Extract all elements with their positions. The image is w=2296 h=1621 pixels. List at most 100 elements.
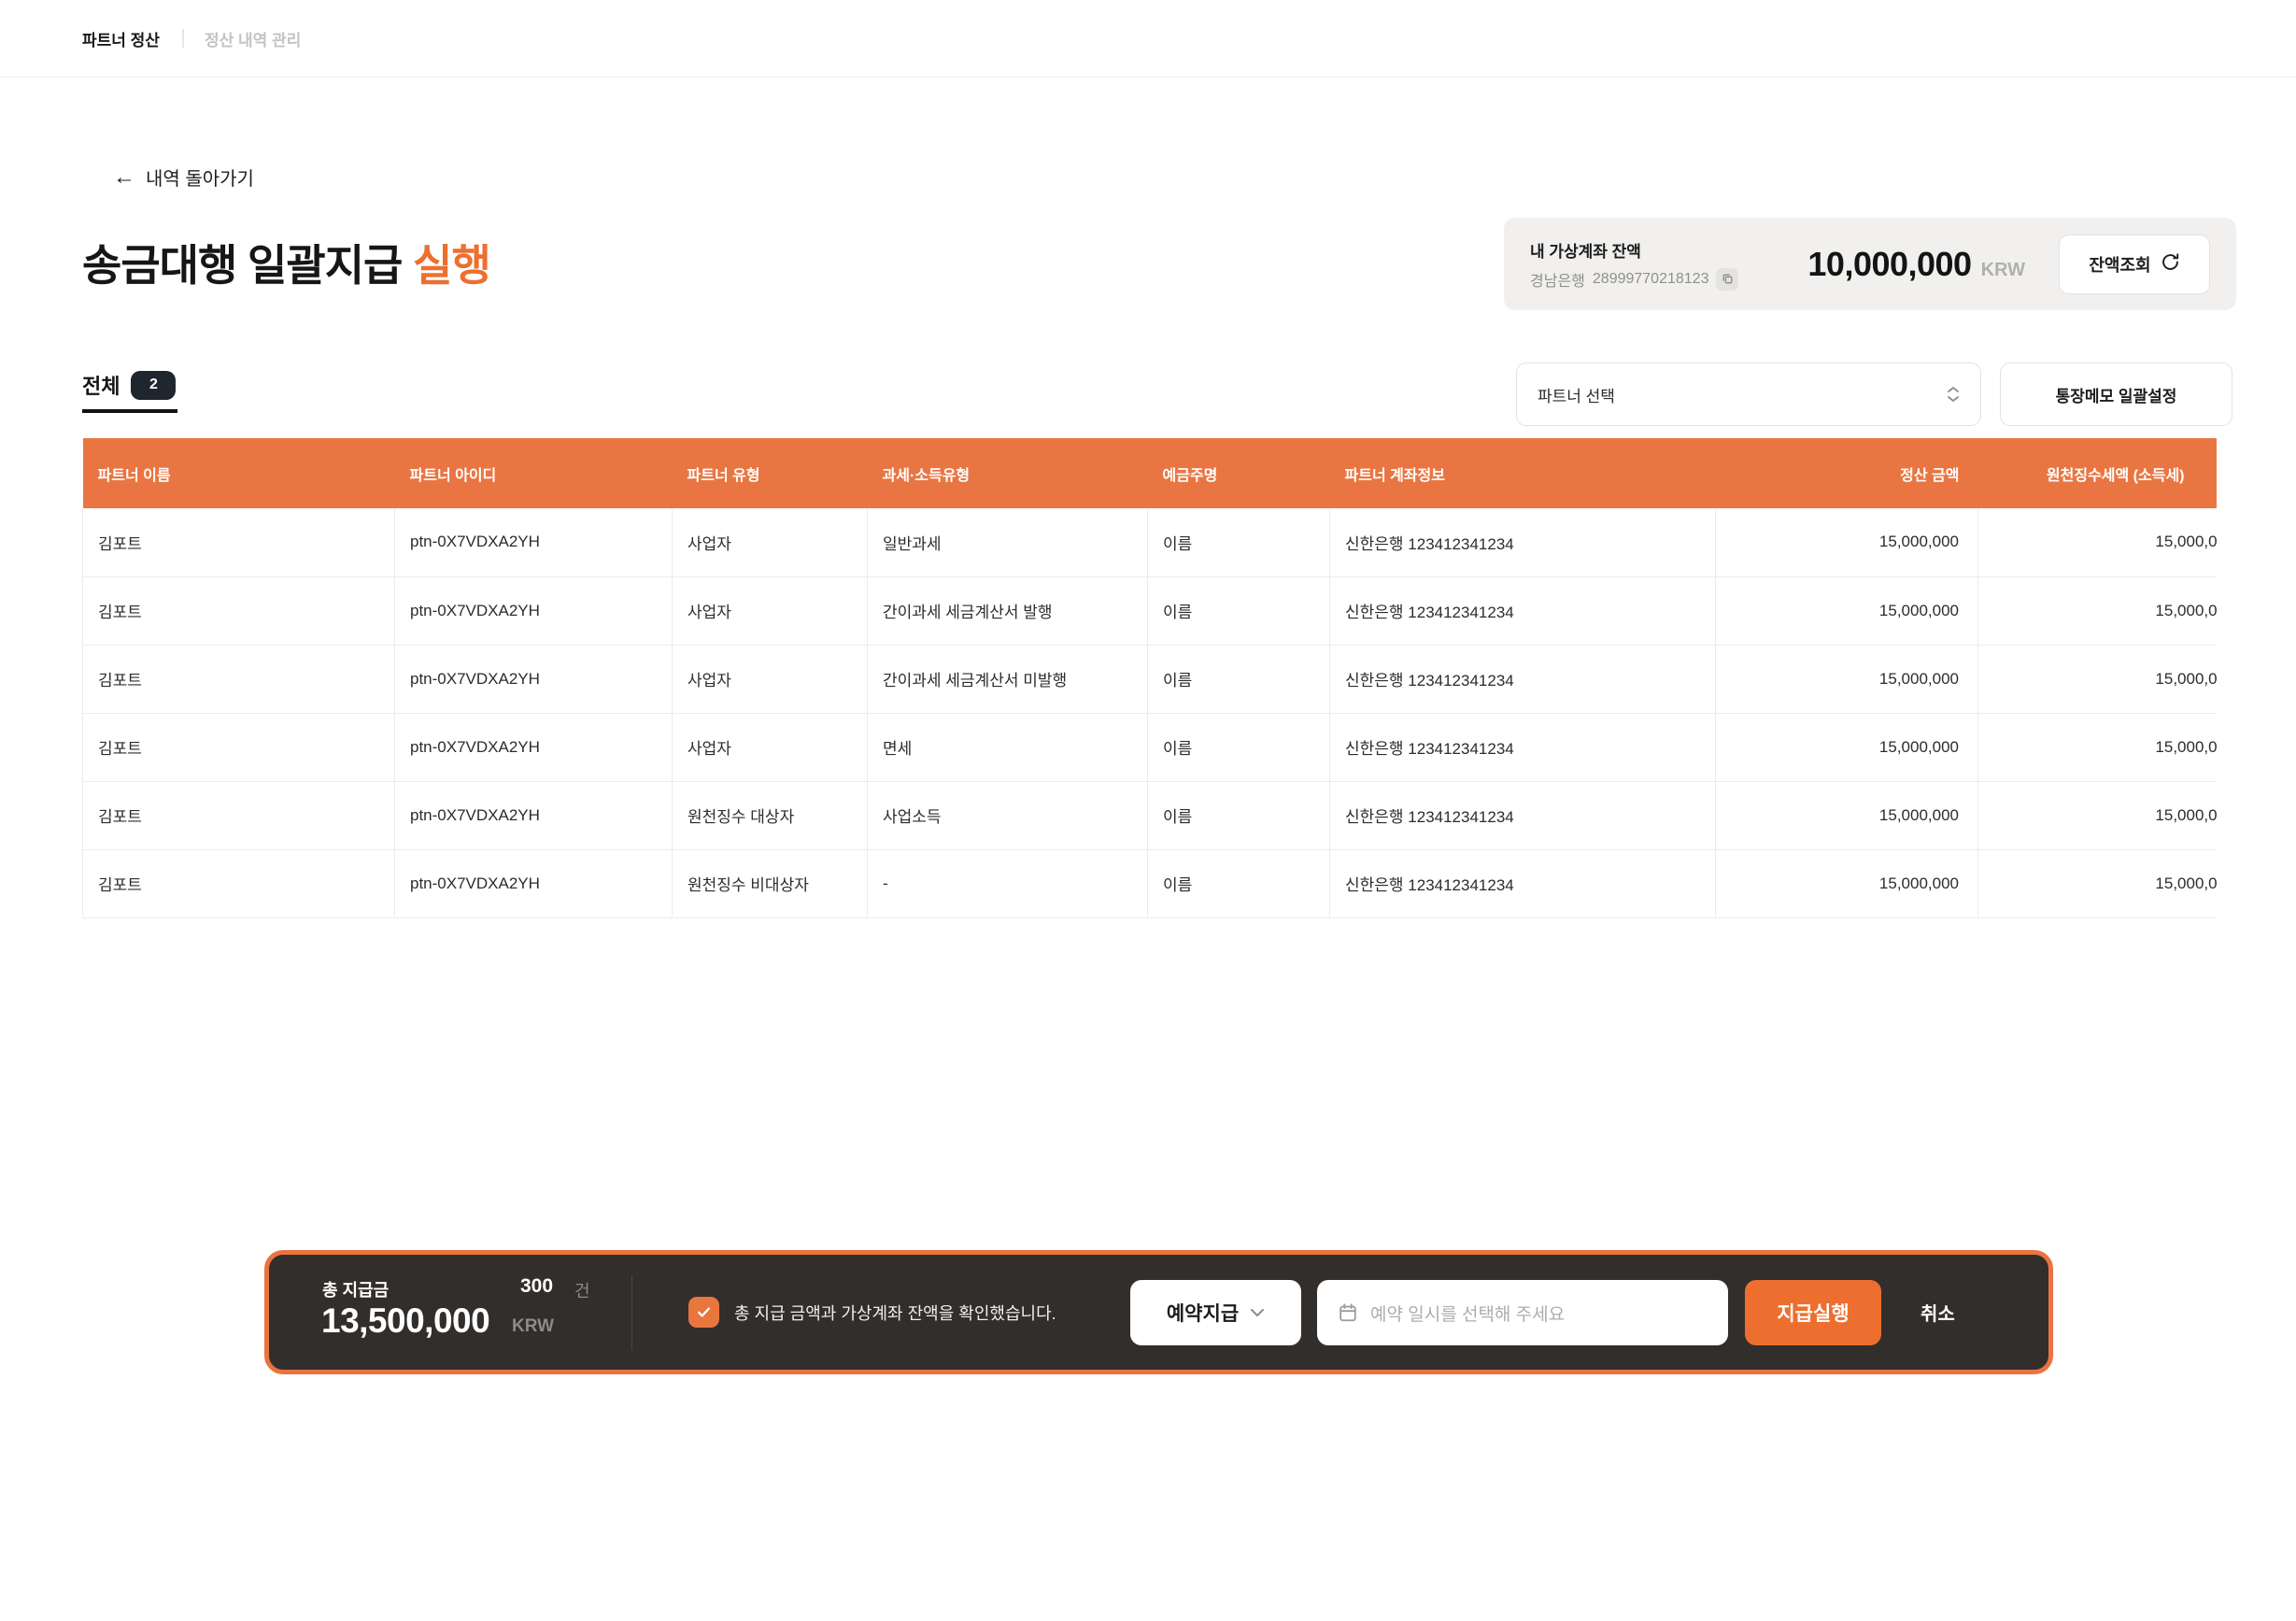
cell-tax: 사업소득 <box>868 781 1148 849</box>
memo-bulk-setting-button[interactable]: 통장메모 일괄설정 <box>2000 363 2232 426</box>
col-withholding-tax: 원천징수세액 (소득세) <box>1978 438 2218 508</box>
cell-name: 김포트 <box>83 781 395 849</box>
table-header-row: 파트너 이름 파트너 아이디 파트너 유형 과세·소득유형 예금주명 파트너 계… <box>83 438 2218 508</box>
tab-all-label: 전체 <box>82 370 120 400</box>
schedule-type-select[interactable]: 예약지급 <box>1130 1280 1301 1345</box>
nav-item-settlement-history[interactable]: 정산 내역 관리 <box>205 27 301 50</box>
page-title-main: 송금대행 일괄지급 <box>82 241 413 290</box>
cell-tax: - <box>868 849 1148 917</box>
col-partner-id: 파트너 아이디 <box>395 438 673 508</box>
cell-holder: 이름 <box>1148 713 1330 781</box>
confirm-checkbox-group[interactable]: 총 지급 금액과 가상계좌 잔액을 확인했습니다. <box>688 1255 1056 1370</box>
bar-divider <box>631 1275 632 1350</box>
cell-id: ptn-0X7VDXA2YH <box>395 508 673 576</box>
col-holder-name: 예금주명 <box>1148 438 1330 508</box>
table-row: 김포트ptn-0X7VDXA2YH사업자면세이름신한은행 12341234123… <box>83 713 2218 781</box>
check-icon <box>696 1304 712 1320</box>
cell-account: 신한은행 123412341234 <box>1330 781 1716 849</box>
cell-name: 김포트 <box>83 508 395 576</box>
balance-check-button[interactable]: 잔액조회 <box>2059 235 2210 294</box>
cell-holder: 이름 <box>1148 781 1330 849</box>
cell-withholding: 15,000,000 <box>1978 849 2218 917</box>
col-tax-type: 과세·소득유형 <box>868 438 1148 508</box>
cell-withholding: 15,000,000 <box>1978 645 2218 713</box>
total-amount: 13,500,000 <box>321 1301 489 1341</box>
cell-account: 신한은행 123412341234 <box>1330 645 1716 713</box>
table-body: 김포트ptn-0X7VDXA2YH사업자일반과세이름신한은행 123412341… <box>83 508 2218 917</box>
cell-id: ptn-0X7VDXA2YH <box>395 781 673 849</box>
cell-name: 김포트 <box>83 645 395 713</box>
cell-account: 신한은행 123412341234 <box>1330 713 1716 781</box>
page-title: 송금대행 일괄지급 실행 <box>82 232 490 293</box>
cell-account: 신한은행 123412341234 <box>1330 508 1716 576</box>
cell-withholding: 15,000,000 <box>1978 576 2218 645</box>
total-currency: KRW <box>512 1316 554 1337</box>
table-row: 김포트ptn-0X7VDXA2YH사업자일반과세이름신한은행 123412341… <box>83 508 2218 576</box>
settlement-table-wrap: 파트너 이름 파트너 아이디 파트너 유형 과세·소득유형 예금주명 파트너 계… <box>82 438 2217 918</box>
cell-withholding: 15,000,000 <box>1978 781 2218 849</box>
col-settlement-amount: 정산 금액 <box>1716 438 1978 508</box>
chevron-updown-icon <box>1947 386 1960 403</box>
account-number: 28999770218123 <box>1593 271 1709 288</box>
col-partner-name: 파트너 이름 <box>83 438 395 508</box>
schedule-datetime-input[interactable]: 예약 일시를 선택해 주세요 <box>1317 1280 1728 1345</box>
table-row: 김포트ptn-0X7VDXA2YH사업자간이과세 세금계산서 미발행이름신한은행… <box>83 645 2218 713</box>
balance-currency: KRW <box>1981 260 2025 281</box>
cell-amount: 15,000,000 <box>1716 849 1978 917</box>
total-count-unit: 건 <box>574 1278 590 1302</box>
cell-id: ptn-0X7VDXA2YH <box>395 849 673 917</box>
cell-id: ptn-0X7VDXA2YH <box>395 576 673 645</box>
refresh-icon <box>2161 252 2180 277</box>
page-title-accent: 실행 <box>413 241 490 290</box>
cell-type: 사업자 <box>673 713 868 781</box>
bank-name: 경남은행 <box>1530 268 1585 291</box>
schedule-select-value: 예약지급 <box>1167 1299 1239 1327</box>
copy-icon[interactable] <box>1716 268 1738 291</box>
cell-tax: 일반과세 <box>868 508 1148 576</box>
col-partner-type: 파트너 유형 <box>673 438 868 508</box>
calendar-icon <box>1338 1302 1358 1323</box>
nav-brand[interactable]: 파트너 정산 <box>82 27 160 50</box>
cell-holder: 이름 <box>1148 508 1330 576</box>
cell-name: 김포트 <box>83 713 395 781</box>
cell-name: 김포트 <box>83 576 395 645</box>
balance-info: 내 가상계좌 잔액 경남은행 28999770218123 <box>1530 238 1738 291</box>
cancel-button[interactable]: 취소 <box>1920 1255 1955 1370</box>
cell-holder: 이름 <box>1148 849 1330 917</box>
cell-tax: 간이과세 세금계산서 미발행 <box>868 645 1148 713</box>
execute-payment-button[interactable]: 지급실행 <box>1745 1280 1881 1345</box>
confirm-checkbox-label: 총 지급 금액과 가상계좌 잔액을 확인했습니다. <box>734 1301 1056 1325</box>
cell-type: 사업자 <box>673 576 868 645</box>
cell-id: ptn-0X7VDXA2YH <box>395 713 673 781</box>
chevron-down-icon <box>1250 1308 1265 1317</box>
tab-count-badge: 2 <box>131 371 176 400</box>
confirm-checkbox[interactable] <box>688 1297 719 1328</box>
cell-amount: 15,000,000 <box>1716 576 1978 645</box>
back-arrow-icon: ← <box>113 166 135 189</box>
virtual-account-balance-card: 내 가상계좌 잔액 경남은행 28999770218123 10,000,000… <box>1504 218 2236 310</box>
active-tab-indicator <box>82 409 177 413</box>
back-link[interactable]: ← 내역 돌아가기 <box>113 164 254 191</box>
back-link-label: 내역 돌아가기 <box>146 164 254 191</box>
cell-holder: 이름 <box>1148 576 1330 645</box>
datetime-placeholder: 예약 일시를 선택해 주세요 <box>1370 1301 1565 1326</box>
balance-label: 내 가상계좌 잔액 <box>1530 238 1738 262</box>
partner-select-dropdown[interactable]: 파트너 선택 <box>1516 363 1981 426</box>
cell-type: 사업자 <box>673 645 868 713</box>
tab-all[interactable]: 전체 2 <box>82 370 176 400</box>
partner-select-value: 파트너 선택 <box>1538 383 1615 406</box>
cell-type: 사업자 <box>673 508 868 576</box>
table-row: 김포트ptn-0X7VDXA2YH사업자간이과세 세금계산서 발행이름신한은행 … <box>83 576 2218 645</box>
table-row: 김포트ptn-0X7VDXA2YH원천징수 대상자사업소득이름신한은행 1234… <box>83 781 2218 849</box>
cell-tax: 면세 <box>868 713 1148 781</box>
cell-type: 원천징수 대상자 <box>673 781 868 849</box>
total-payment-label: 총 지급금 <box>322 1277 389 1301</box>
cell-amount: 15,000,000 <box>1716 645 1978 713</box>
cell-type: 원천징수 비대상자 <box>673 849 868 917</box>
top-nav: 파트너 정산 정산 내역 관리 <box>0 0 2296 78</box>
total-count: 300 <box>520 1275 553 1298</box>
col-account-info: 파트너 계좌정보 <box>1330 438 1716 508</box>
cell-amount: 15,000,000 <box>1716 713 1978 781</box>
payment-action-bar: 총 지급금 300 건 13,500,000 KRW 총 지급 금액과 가상계좌… <box>264 1250 2053 1374</box>
cell-amount: 15,000,000 <box>1716 781 1978 849</box>
